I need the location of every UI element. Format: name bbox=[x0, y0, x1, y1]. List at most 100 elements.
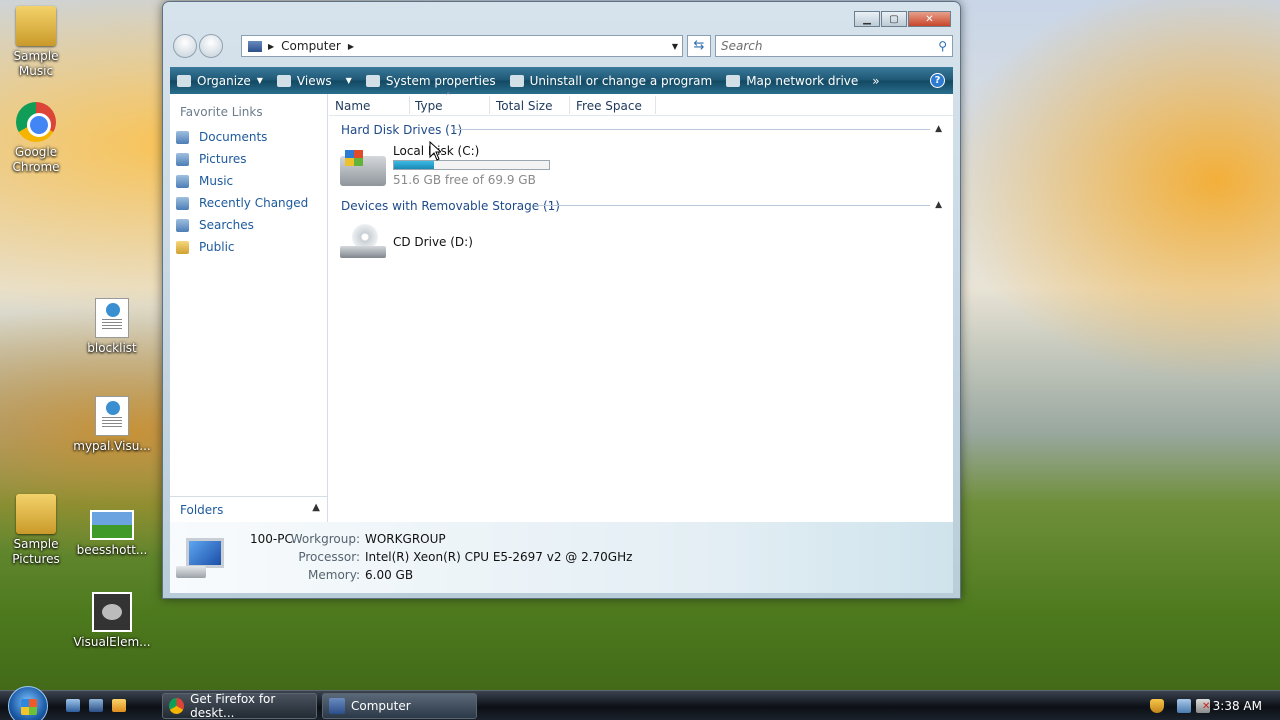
desktop-icon-visualelem[interactable]: VisualElem... bbox=[73, 592, 151, 650]
address-dropdown-icon[interactable]: ▼ bbox=[672, 42, 678, 51]
switch-windows-icon[interactable] bbox=[89, 699, 103, 712]
column-divider[interactable] bbox=[569, 96, 570, 114]
document-icon bbox=[95, 396, 129, 436]
fav-link-recently-changed[interactable]: Recently Changed bbox=[176, 194, 308, 212]
desktop-icon-blocklist[interactable]: blocklist bbox=[73, 298, 151, 356]
collapse-group-icon[interactable]: ▲ bbox=[935, 124, 942, 134]
drive-name: CD Drive (D:) bbox=[393, 235, 473, 249]
task-label: Get Firefox for deskt... bbox=[190, 692, 276, 720]
memory-label: Memory: bbox=[308, 568, 360, 582]
favorite-links-title: Favorite Links bbox=[180, 105, 263, 119]
fav-link-music[interactable]: Music bbox=[176, 172, 233, 190]
icon-label: Sample bbox=[13, 49, 59, 63]
breadcrumb-arrow-icon[interactable]: ▶ bbox=[348, 42, 354, 51]
volume-muted-icon[interactable]: ✕ bbox=[1196, 699, 1210, 713]
network-drive-icon bbox=[726, 74, 741, 87]
column-divider[interactable] bbox=[489, 96, 490, 114]
search-input[interactable]: Search ⚲ bbox=[715, 35, 953, 57]
column-divider[interactable] bbox=[655, 96, 656, 114]
folders-toggle[interactable]: Folders ▲ bbox=[170, 496, 328, 522]
desktop-icon-sample-music[interactable]: Sample Music bbox=[0, 6, 75, 79]
sort-arrow-icon: ^ bbox=[445, 91, 452, 100]
computer-icon bbox=[248, 40, 262, 52]
explorer-body: Favorite Links Documents Pictures Music … bbox=[170, 91, 953, 522]
desktop-icon-mypal[interactable]: mypal.Visu... bbox=[73, 396, 151, 454]
document-icon bbox=[95, 298, 129, 338]
drive-local-disk-c[interactable]: Local Disk (C:) 51.6 GB free of 69.9 GB bbox=[336, 140, 554, 190]
navigation-pane: Favorite Links Documents Pictures Music … bbox=[170, 94, 328, 522]
fav-link-pictures[interactable]: Pictures bbox=[176, 150, 247, 168]
breadcrumb-computer[interactable]: Computer bbox=[281, 39, 341, 53]
processor-label: Processor: bbox=[298, 550, 360, 564]
column-header-type[interactable]: Type bbox=[415, 99, 443, 113]
refresh-button[interactable]: ⇆ bbox=[687, 35, 711, 57]
folder-icon bbox=[16, 6, 56, 46]
organize-button[interactable]: Organize ▼ bbox=[170, 67, 270, 94]
group-removable-storage[interactable]: Devices with Removable Storage (1) bbox=[341, 199, 560, 213]
show-desktop-icon[interactable] bbox=[66, 699, 80, 712]
group-divider bbox=[452, 129, 930, 130]
security-shield-icon[interactable] bbox=[1150, 699, 1164, 713]
close-button[interactable]: ✕ bbox=[908, 11, 951, 27]
address-bar[interactable]: ▶ Computer ▶ ▼ bbox=[241, 35, 683, 57]
breadcrumb-arrow-icon[interactable]: ▶ bbox=[268, 42, 274, 51]
command-bar: Organize ▼ Views ▼ System properties Unins… bbox=[170, 67, 953, 94]
views-icon bbox=[276, 74, 291, 87]
more-commands-button[interactable]: » bbox=[865, 67, 886, 94]
column-divider[interactable] bbox=[409, 96, 410, 114]
uninstall-icon bbox=[509, 74, 524, 87]
help-icon[interactable]: ? bbox=[930, 73, 945, 88]
system-properties-button[interactable]: System properties bbox=[359, 67, 503, 94]
icon-label: beesshott... bbox=[76, 543, 148, 557]
drive-free-space: 51.6 GB free of 69.9 GB bbox=[393, 173, 536, 187]
folder-icon bbox=[176, 240, 189, 254]
address-row: ▶ Computer ▶ ▼ ⇆ Search ⚲ bbox=[171, 33, 953, 59]
fav-link-public[interactable]: Public bbox=[176, 238, 235, 256]
organize-icon bbox=[177, 74, 191, 87]
taskbar: Get Firefox for deskt... Computer ✕ 3:38… bbox=[0, 686, 1280, 720]
desktop-icon-beesshot[interactable]: beesshott... bbox=[73, 504, 151, 558]
computer-icon bbox=[329, 698, 345, 714]
desktop-icon-google-chrome[interactable]: Google Chrome bbox=[0, 102, 75, 175]
fav-link-documents[interactable]: Documents bbox=[176, 128, 267, 146]
chevron-up-icon: ▲ bbox=[312, 502, 320, 513]
group-hard-disk-drives[interactable]: Hard Disk Drives (1) bbox=[341, 123, 462, 137]
chrome-icon bbox=[16, 102, 56, 142]
details-pane: 100-PC Workgroup: WORKGROUP Processor: I… bbox=[170, 522, 953, 593]
task-computer[interactable]: Computer bbox=[322, 693, 477, 719]
folders-label: Folders bbox=[180, 503, 224, 517]
views-button[interactable]: Views ▼ bbox=[270, 67, 359, 94]
icon-label: Chrome bbox=[12, 160, 60, 174]
caption-buttons: ▁ ▢ ✕ bbox=[853, 11, 951, 27]
back-button[interactable] bbox=[173, 34, 197, 58]
documents-icon bbox=[176, 130, 189, 144]
media-player-icon[interactable] bbox=[112, 699, 126, 712]
map-network-drive-button[interactable]: Map network drive bbox=[719, 67, 865, 94]
computer-icon bbox=[176, 536, 230, 580]
forward-button[interactable] bbox=[199, 34, 223, 58]
uninstall-button[interactable]: Uninstall or change a program bbox=[503, 67, 720, 94]
drive-cd-d[interactable]: CD Drive (D:) bbox=[336, 220, 476, 268]
memory-value: 6.00 GB bbox=[365, 568, 414, 582]
fav-label: Recently Changed bbox=[199, 196, 309, 210]
desktop-icon-sample-pictures[interactable]: Sample Pictures bbox=[0, 494, 75, 567]
minimize-button[interactable]: ▁ bbox=[854, 11, 880, 27]
column-header-free-space[interactable]: Free Space bbox=[576, 99, 642, 113]
network-icon[interactable] bbox=[1177, 699, 1191, 713]
fav-link-searches[interactable]: Searches bbox=[176, 216, 254, 234]
clock[interactable]: 3:38 AM bbox=[1213, 699, 1262, 713]
chrome-icon bbox=[169, 698, 185, 714]
search-placeholder: Search bbox=[721, 39, 763, 53]
start-button[interactable] bbox=[8, 686, 48, 720]
column-header-name[interactable]: Name bbox=[335, 99, 370, 113]
search-icon[interactable]: ⚲ bbox=[938, 36, 947, 56]
task-firefox[interactable]: Get Firefox for deskt... bbox=[162, 692, 317, 720]
searches-icon bbox=[176, 218, 189, 232]
maximize-button[interactable]: ▢ bbox=[881, 11, 907, 27]
workgroup-label: Workgroup: bbox=[290, 532, 360, 546]
column-header-total-size[interactable]: Total Size bbox=[496, 99, 552, 113]
fav-label: Public bbox=[199, 240, 235, 254]
organize-label: Organize bbox=[197, 73, 251, 88]
collapse-group-icon[interactable]: ▲ bbox=[935, 200, 942, 210]
chevron-down-icon: ▼ bbox=[256, 76, 263, 85]
